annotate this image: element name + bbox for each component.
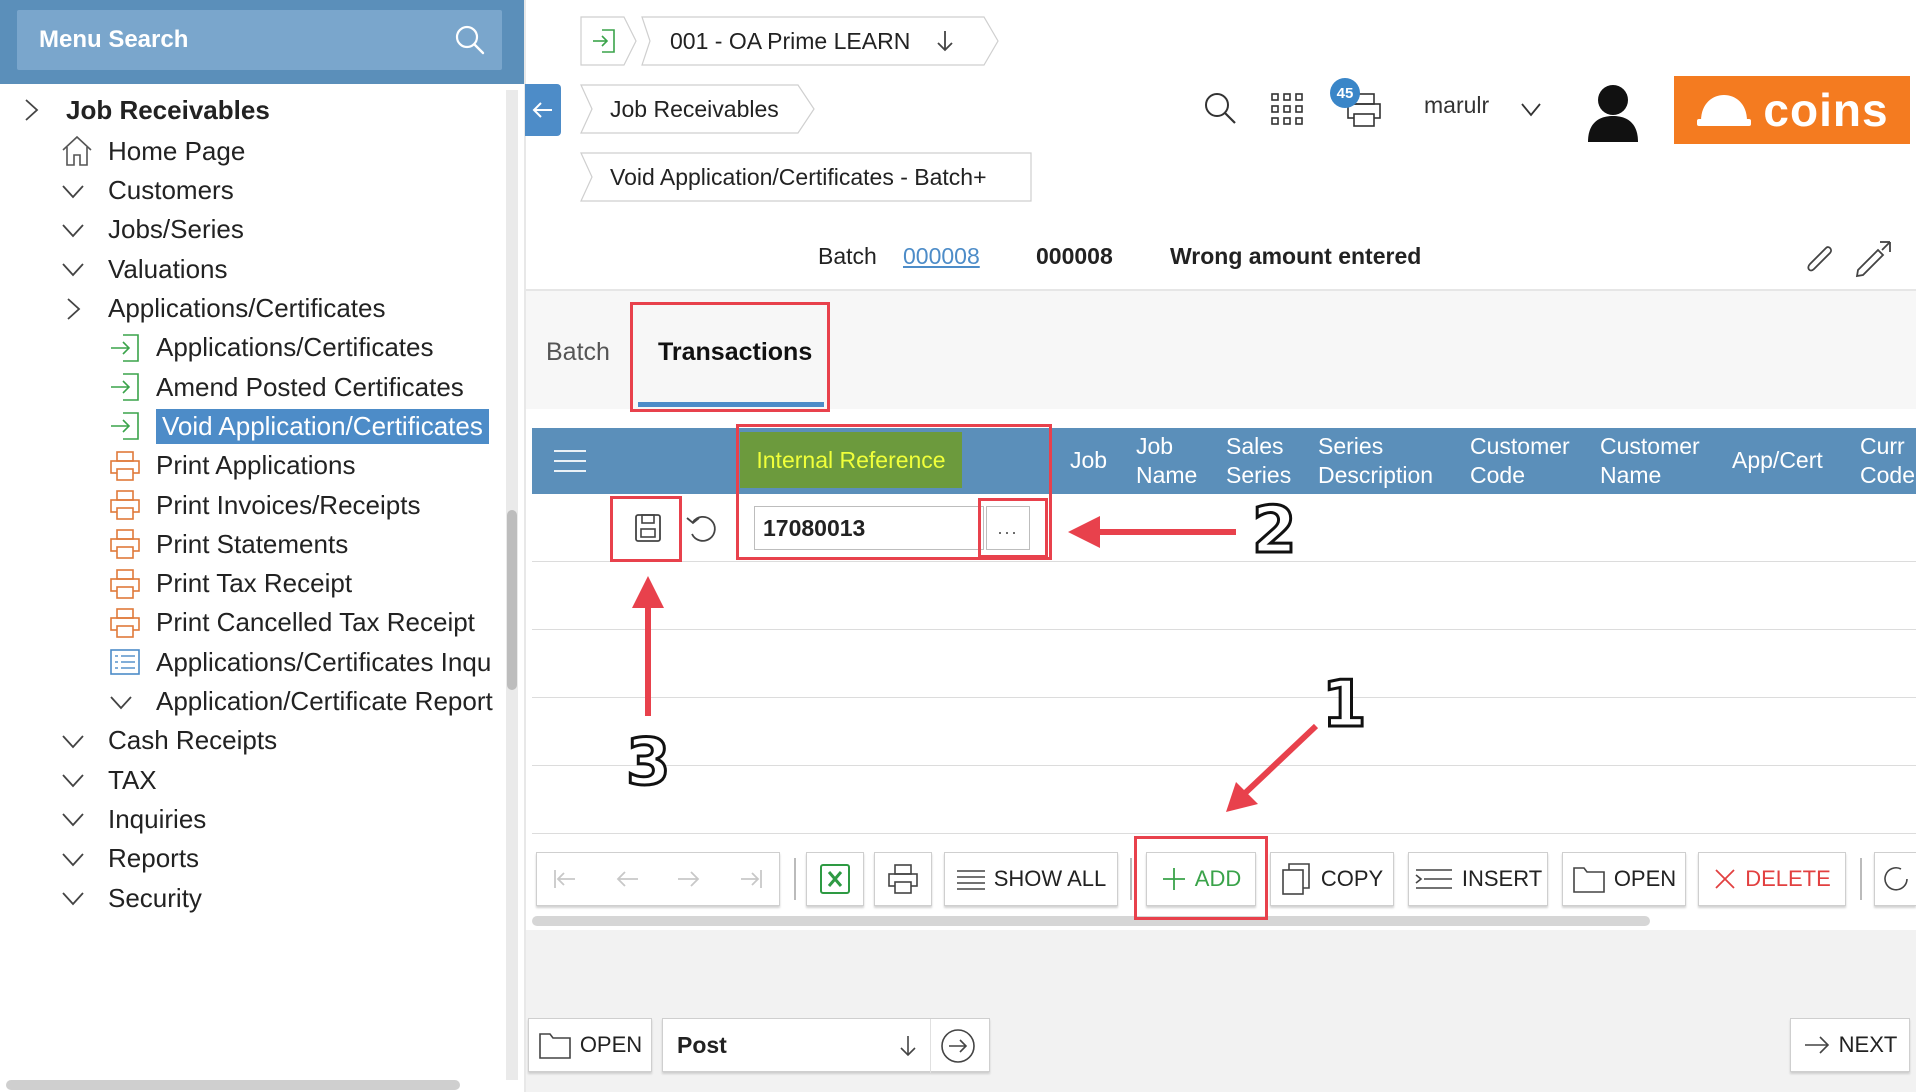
annotation-arrow-1 [1239,723,1319,799]
annotation-number-1: 1 [1321,667,1369,744]
annotation-arrowhead-2 [1068,516,1100,548]
annotation-arrows [632,516,1319,812]
annotation-arrowhead-3 [632,576,664,608]
annotation-number-2: 2 [1251,493,1299,570]
annotation-number-3: 3 [625,725,673,802]
